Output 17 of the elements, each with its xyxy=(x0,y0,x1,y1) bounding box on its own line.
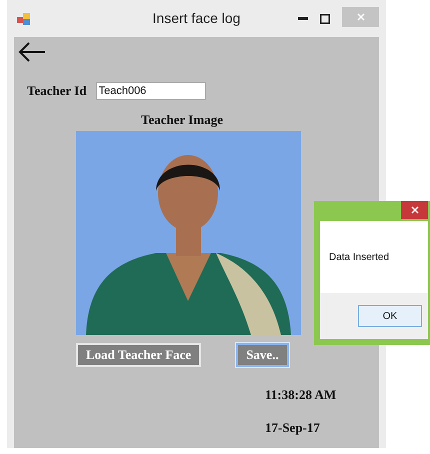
time-label: 11:38:28 AM xyxy=(265,387,338,403)
close-button[interactable] xyxy=(401,201,428,219)
app-icon xyxy=(17,12,31,26)
close-icon xyxy=(356,13,364,21)
date-label: 17-Sep-17 xyxy=(265,420,321,436)
teacher-image-label: Teacher Image xyxy=(141,112,224,128)
ok-button[interactable]: OK xyxy=(358,305,422,327)
close-icon xyxy=(410,206,418,214)
back-arrow-icon[interactable] xyxy=(18,42,46,62)
teacher-id-field[interactable]: Teach006 xyxy=(96,82,206,100)
message-text: Data Inserted xyxy=(329,252,390,262)
window-title: Insert face log xyxy=(152,10,240,26)
minimize-icon[interactable] xyxy=(298,16,308,20)
load-face-button[interactable]: Load Teacher Face xyxy=(76,343,202,367)
maximize-icon[interactable] xyxy=(320,14,330,24)
teacher-id-label: Teacher Id xyxy=(27,83,87,99)
save-button[interactable]: Save.. xyxy=(236,343,289,367)
